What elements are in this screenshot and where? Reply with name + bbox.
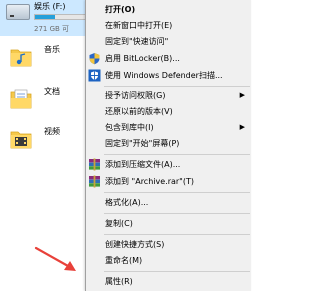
menu-item-rename[interactable]: 重命名(M)	[86, 253, 251, 268]
menu-item-open-new-window[interactable]: 在新窗口中打开(E)	[86, 18, 251, 33]
menu-item-defender-scan[interactable]: 使用 Windows Defender扫描...	[86, 68, 251, 83]
menu-item-copy[interactable]: 复制(C)	[86, 216, 251, 231]
menu-item-grant-access-label: 授予访问权限(G)	[105, 91, 166, 100]
menu-item-include-library[interactable]: 包含到库中(I) ▶	[86, 120, 251, 135]
menu-separator	[104, 86, 250, 87]
menu-item-open-new-window-label: 在新窗口中打开(E)	[105, 21, 173, 30]
library-label-documents: 文档	[44, 87, 60, 96]
menu-item-restore-versions-label: 还原以前的版本(V)	[105, 107, 173, 116]
menu-item-include-library-label: 包含到库中(I)	[105, 123, 154, 132]
defender-icon	[88, 69, 101, 82]
menu-item-defender-label: 使用 Windows Defender扫描...	[105, 71, 223, 80]
drive-size-text: 271 GB 可	[34, 25, 70, 33]
menu-item-create-shortcut[interactable]: 创建快捷方式(S)	[86, 237, 251, 252]
winrar-icon	[89, 175, 100, 188]
menu-separator	[104, 154, 250, 155]
menu-item-format-label: 格式化(A)...	[105, 198, 149, 207]
menu-item-bitlocker-label: 启用 BitLocker(B)...	[105, 54, 180, 63]
menu-separator	[104, 192, 250, 193]
menu-item-format[interactable]: 格式化(A)...	[86, 195, 251, 210]
menu-item-add-archive-label: 添加到压缩文件(A)...	[105, 160, 181, 169]
menu-item-create-shortcut-label: 创建快捷方式(S)	[105, 240, 165, 249]
menu-item-copy-label: 复制(C)	[105, 219, 133, 228]
menu-item-pin-start[interactable]: 固定到"开始"屏幕(P)	[86, 136, 251, 151]
library-label-music: 音乐	[44, 45, 60, 54]
library-label-videos: 视频	[44, 127, 60, 136]
shield-icon	[89, 53, 100, 65]
library-item-videos[interactable]: 视频	[0, 122, 96, 158]
menu-item-restore-versions[interactable]: 还原以前的版本(V)	[86, 104, 251, 119]
submenu-arrow-icon: ▶	[239, 123, 245, 131]
menu-item-properties[interactable]: 属性(R)	[86, 274, 251, 289]
drive-usage-bar	[34, 14, 92, 20]
menu-item-bitlocker[interactable]: 启用 BitLocker(B)...	[86, 51, 251, 66]
videos-folder-icon	[10, 131, 32, 149]
drive-name: 娱乐 (F:)	[34, 2, 66, 11]
submenu-arrow-icon: ▶	[239, 91, 245, 99]
menu-separator	[104, 213, 250, 214]
context-menu: 打开(O) 在新窗口中打开(E) 固定到"快速访问" 启用 BitLocker(…	[85, 0, 251, 291]
music-folder-icon	[10, 49, 32, 67]
hard-drive-icon	[6, 4, 30, 20]
menu-item-pin-quick-access[interactable]: 固定到"快速访问"	[86, 34, 251, 49]
menu-item-add-archive-rar[interactable]: 添加到 "Archive.rar"(T)	[86, 174, 251, 189]
menu-item-properties-label: 属性(R)	[105, 277, 133, 286]
drive-item-f[interactable]: 娱乐 (F:) 271 GB 可	[0, 0, 96, 36]
documents-folder-icon	[10, 89, 32, 109]
menu-separator	[104, 234, 250, 235]
menu-item-pin-start-label: 固定到"开始"屏幕(P)	[105, 139, 180, 148]
winrar-icon	[89, 158, 100, 171]
menu-separator	[104, 271, 250, 272]
menu-item-rename-label: 重命名(M)	[105, 256, 143, 265]
library-item-documents[interactable]: 文档	[0, 82, 96, 118]
drive-usage-fill	[35, 15, 55, 19]
menu-item-open-label: 打开(O)	[105, 5, 136, 14]
library-item-music[interactable]: 音乐	[0, 40, 96, 76]
menu-item-grant-access[interactable]: 授予访问权限(G) ▶	[86, 88, 251, 103]
menu-item-open[interactable]: 打开(O)	[86, 2, 251, 17]
menu-item-pin-quick-access-label: 固定到"快速访问"	[105, 37, 169, 46]
menu-item-add-archive-rar-label: 添加到 "Archive.rar"(T)	[105, 177, 194, 186]
menu-item-add-archive[interactable]: 添加到压缩文件(A)...	[86, 157, 251, 172]
